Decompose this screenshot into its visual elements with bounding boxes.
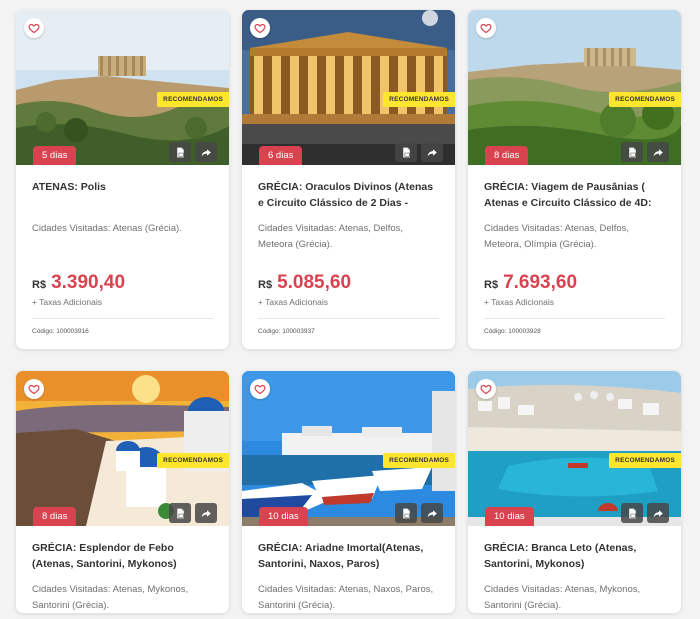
divider <box>484 318 665 319</box>
tour-card[interactable]: RECOMENDAMOS 8 dias GRÉCIA: Esplendor de… <box>16 371 229 613</box>
tour-title[interactable]: ATENAS: Polis <box>32 179 213 211</box>
heart-icon <box>28 383 40 395</box>
pdf-document-icon <box>626 507 639 520</box>
visited-cities: Cidades Visitadas: Atenas (Grécia). <box>32 223 182 234</box>
pdf-document-icon <box>400 507 413 520</box>
pdf-document-icon <box>174 507 187 520</box>
favorite-button[interactable] <box>250 379 270 399</box>
tour-image[interactable]: RECOMENDAMOS 8 dias <box>16 371 229 526</box>
tour-card[interactable]: RECOMENDAMOS 6 dias GRÉCIA: Oraculos Div… <box>242 10 455 349</box>
share-arrow-icon <box>652 507 665 520</box>
share-button[interactable] <box>421 142 443 162</box>
pdf-document-icon <box>400 146 413 159</box>
favorite-button[interactable] <box>250 18 270 38</box>
pdf-document-icon <box>626 146 639 159</box>
heart-icon <box>254 22 266 34</box>
share-button[interactable] <box>421 503 443 523</box>
tour-title[interactable]: GRÉCIA: Branca Leto (Atenas, Santorini, … <box>484 540 665 572</box>
visited-cities: Cidades Visitadas: Atenas, Naxos, Paros,… <box>258 584 434 611</box>
tax-note: + Taxas Adicionais <box>258 297 329 307</box>
duration-badge: 10 dias <box>259 507 308 526</box>
share-button[interactable] <box>195 142 217 162</box>
favorite-button[interactable] <box>24 18 44 38</box>
pdf-button[interactable] <box>395 142 417 162</box>
tour-code: Código: 100003928 <box>484 328 541 335</box>
tour-image[interactable]: RECOMENDAMOS 8 dias <box>468 10 681 165</box>
tour-image[interactable]: RECOMENDAMOS 5 dias <box>16 10 229 165</box>
recommended-badge: RECOMENDAMOS <box>157 453 229 468</box>
currency-label: R$ <box>32 279 47 291</box>
share-button[interactable] <box>647 503 669 523</box>
visited-cities: Cidades Visitadas: Atenas, Delfos, Meteo… <box>484 223 630 250</box>
share-arrow-icon <box>200 507 213 520</box>
tour-title[interactable]: GRÉCIA: Viagem de Pausânias ( Atenas e C… <box>484 179 665 211</box>
duration-badge: 10 dias <box>485 507 534 526</box>
favorite-button[interactable] <box>476 18 496 38</box>
tour-title[interactable]: GRÉCIA: Esplendor de Febo (Atenas, Santo… <box>32 540 213 572</box>
currency-label: R$ <box>258 279 273 291</box>
tour-card[interactable]: RECOMENDAMOS 8 dias GRÉCIA: Viagem de Pa… <box>468 10 681 349</box>
tour-code: Código: 100003937 <box>258 328 315 335</box>
visited-cities: Cidades Visitadas: Atenas, Delfos, Meteo… <box>258 223 404 250</box>
pdf-document-icon <box>174 146 187 159</box>
tour-image[interactable]: RECOMENDAMOS 10 dias <box>242 371 455 526</box>
recommended-badge: RECOMENDAMOS <box>609 92 681 107</box>
share-button[interactable] <box>195 503 217 523</box>
pdf-button[interactable] <box>169 503 191 523</box>
tour-card[interactable]: RECOMENDAMOS 5 dias ATENAS: Polis Cidade… <box>16 10 229 349</box>
price-value: 7.693,60 <box>503 272 578 293</box>
tour-image[interactable]: RECOMENDAMOS 10 dias <box>468 371 681 526</box>
duration-badge: 6 dias <box>259 146 303 165</box>
share-button[interactable] <box>647 142 669 162</box>
price-row: R$ 3.390,40 <box>32 272 213 294</box>
duration-badge: 8 dias <box>485 146 529 165</box>
visited-cities: Cidades Visitadas: Atenas, Mykonos, Sant… <box>32 584 189 611</box>
share-arrow-icon <box>426 507 439 520</box>
share-arrow-icon <box>652 146 665 159</box>
pdf-button[interactable] <box>169 142 191 162</box>
recommended-badge: RECOMENDAMOS <box>609 453 681 468</box>
divider <box>258 318 439 319</box>
price-value: 3.390,40 <box>51 272 126 293</box>
heart-icon <box>480 383 492 395</box>
tour-title[interactable]: GRÉCIA: Oraculos Divinos (Atenas e Circu… <box>258 179 439 211</box>
pdf-button[interactable] <box>395 503 417 523</box>
tour-card-grid: RECOMENDAMOS 5 dias ATENAS: Polis Cidade… <box>0 0 700 619</box>
share-arrow-icon <box>200 146 213 159</box>
price-value: 5.085,60 <box>277 272 352 293</box>
share-arrow-icon <box>426 146 439 159</box>
recommended-badge: RECOMENDAMOS <box>157 92 229 107</box>
currency-label: R$ <box>484 279 499 291</box>
pdf-button[interactable] <box>621 142 643 162</box>
tour-title[interactable]: GRÉCIA: Ariadne Imortal(Atenas, Santorin… <box>258 540 439 572</box>
visited-cities: Cidades Visitadas: Atenas, Mykonos, Sant… <box>484 584 641 611</box>
recommended-badge: RECOMENDAMOS <box>383 92 455 107</box>
duration-badge: 5 dias <box>33 146 77 165</box>
divider <box>32 318 213 319</box>
recommended-badge: RECOMENDAMOS <box>383 453 455 468</box>
favorite-button[interactable] <box>476 379 496 399</box>
heart-icon <box>28 22 40 34</box>
price-row: R$ 5.085,60 <box>258 272 439 294</box>
favorite-button[interactable] <box>24 379 44 399</box>
tour-image[interactable]: RECOMENDAMOS 6 dias <box>242 10 455 165</box>
tax-note: + Taxas Adicionais <box>484 297 555 307</box>
price-row: R$ 7.693,60 <box>484 272 665 294</box>
heart-icon <box>254 383 266 395</box>
heart-icon <box>480 22 492 34</box>
duration-badge: 8 dias <box>33 507 77 526</box>
tax-note: + Taxas Adicionais <box>32 297 103 307</box>
tour-code: Código: 100003916 <box>32 328 89 335</box>
tour-card[interactable]: RECOMENDAMOS 10 dias GRÉCIA: Branca Leto… <box>468 371 681 613</box>
tour-card[interactable]: RECOMENDAMOS 10 dias GRÉCIA: Ariadne Imo… <box>242 371 455 613</box>
pdf-button[interactable] <box>621 503 643 523</box>
